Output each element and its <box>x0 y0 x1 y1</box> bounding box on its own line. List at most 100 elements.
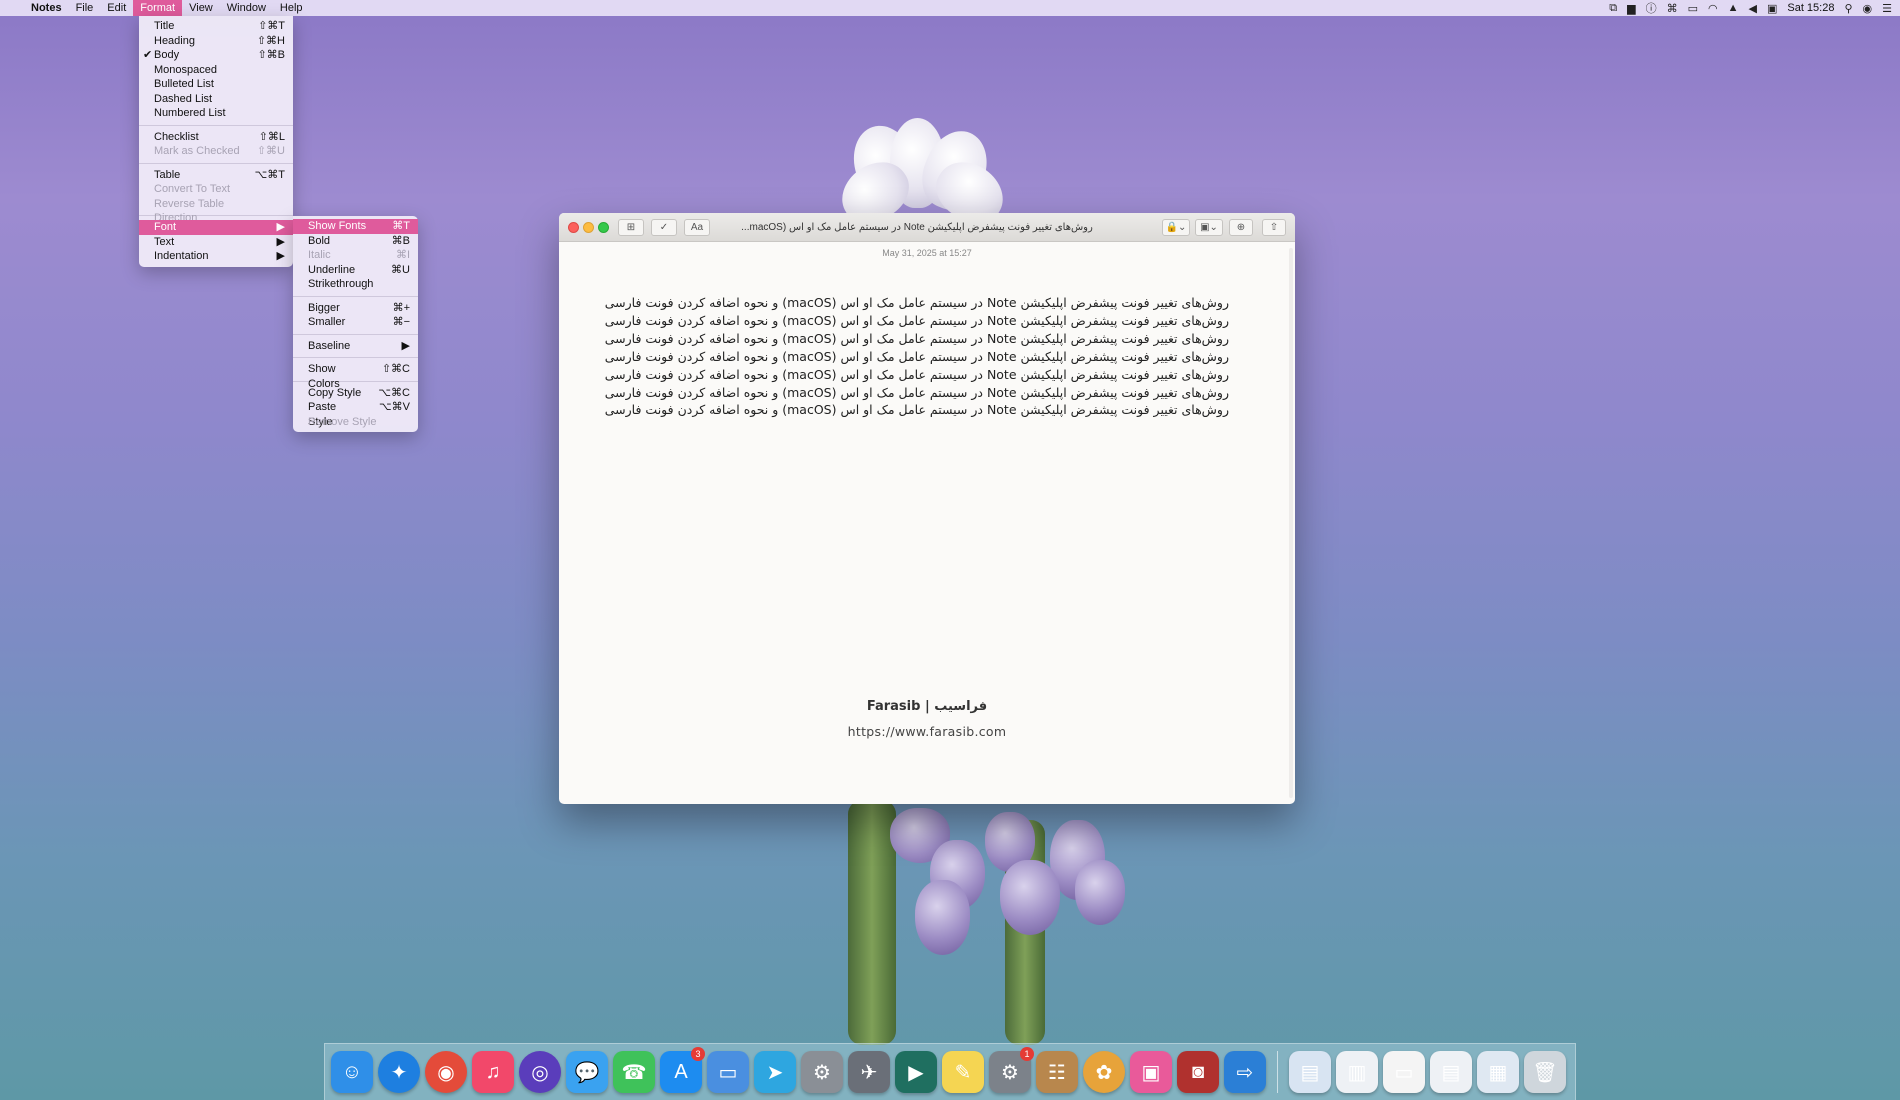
clean-my-mac-glyph: ▣ <box>1141 1061 1161 1084</box>
battery-icon[interactable]: ▭ <box>1688 2 1698 15</box>
screen-mirroring-icon[interactable]: ⧉ <box>1609 2 1617 15</box>
wifi-icon[interactable]: ◠ <box>1708 2 1718 15</box>
accessibility-icon[interactable]: ⓘ <box>1646 0 1657 16</box>
menu-item-title[interactable]: Title ⇧⌘T <box>139 19 293 34</box>
brand-watermark: Farasib | فراسیب <box>866 699 988 714</box>
checklist-icon[interactable]: ✓ <box>651 219 677 236</box>
submenu-arrow-icon: ▶ <box>276 235 285 248</box>
media-icon[interactable]: ▣⌄ <box>1195 219 1223 236</box>
dock-clean-my-mac-icon[interactable]: ▣ <box>1130 1051 1172 1093</box>
dock-migration-icon[interactable]: ⇨ <box>1224 1051 1266 1093</box>
scrollbar[interactable] <box>1289 248 1293 798</box>
menu-item-font[interactable]: Font ▶ <box>139 220 293 235</box>
window-titlebar[interactable]: ⊞ ✓ Aa روش‌های تغییر فونت پیشفرض اپلیکیش… <box>559 213 1295 242</box>
menu-window[interactable]: Window <box>220 0 273 16</box>
dock-telegram-icon[interactable]: ➤ <box>754 1051 796 1093</box>
dock-finder-icon[interactable]: ☺ <box>331 1051 373 1093</box>
menu-app-notes[interactable]: Notes <box>24 0 69 16</box>
spotlight-search-icon[interactable]: ⚲ <box>1844 2 1852 15</box>
submenu-arrow-icon: ▶ <box>401 339 410 352</box>
dock-facetime-video-icon[interactable]: ▶ <box>895 1051 937 1093</box>
menu-help[interactable]: Help <box>273 0 310 16</box>
display-icon[interactable]: ▆ <box>1627 2 1635 15</box>
dock-doc-5-icon[interactable]: ▦ <box>1477 1051 1519 1093</box>
dock-trash-icon[interactable]: 🗑 <box>1524 1051 1566 1093</box>
close-button[interactable] <box>568 222 579 233</box>
network-icon[interactable]: ⌘ <box>1667 2 1678 15</box>
dock-safari-icon[interactable]: ✦ <box>378 1051 420 1093</box>
menu-view[interactable]: View <box>182 0 220 16</box>
menu-item-show-colors[interactable]: Show Colors ⇧⌘C <box>293 362 418 390</box>
menu-item-checklist[interactable]: Checklist ⇧⌘L <box>139 130 293 145</box>
finder-glyph: ☺ <box>341 1060 363 1083</box>
dock-notes-icon[interactable]: ✎ <box>942 1051 984 1093</box>
menu-item-bulleted-list[interactable]: Bulleted List <box>139 77 293 92</box>
dock-doc-3-icon[interactable]: ▭ <box>1383 1051 1425 1093</box>
table-icon[interactable]: ⊞ <box>618 219 644 236</box>
menu-item-strikethrough[interactable]: Strikethrough <box>293 277 418 292</box>
minimize-button[interactable] <box>583 222 594 233</box>
dock-music-icon[interactable]: ♫ <box>472 1051 514 1093</box>
menu-item-baseline[interactable]: Baseline ▶ <box>293 339 418 354</box>
notification-center-icon[interactable]: ☰ <box>1882 2 1892 15</box>
menu-item-smaller[interactable]: Smaller ⌘− <box>293 315 418 330</box>
dock-photo-booth-icon[interactable]: ◙ <box>1177 1051 1219 1093</box>
dock-contacts-icon[interactable]: ☷ <box>1036 1051 1078 1093</box>
checkmark-icon: ✔ <box>143 49 153 61</box>
format-text-icon[interactable]: Aa <box>684 219 710 236</box>
menu-item-table[interactable]: Table ⌥⌘T <box>139 168 293 183</box>
menu-item-text[interactable]: Text ▶ <box>139 235 293 250</box>
dock-separator <box>1277 1051 1278 1093</box>
dock-photos-icon[interactable]: ✿ <box>1083 1051 1125 1093</box>
menu-file[interactable]: File <box>69 0 101 16</box>
menu-item-dashed-list[interactable]: Dashed List <box>139 92 293 107</box>
keyboard-input-icon[interactable]: ▣ <box>1767 2 1777 15</box>
dock-app-store-icon[interactable]: A3 <box>660 1047 705 1093</box>
dock-doc-1-icon[interactable]: ▤ <box>1289 1051 1331 1093</box>
dock-launchpad-icon[interactable]: ✈ <box>848 1051 890 1093</box>
dock-keynote-icon[interactable]: ▭ <box>707 1051 749 1093</box>
menu-item-body[interactable]: ✔ Body ⇧⌘B <box>139 48 293 63</box>
doc-4-glyph: ▤ <box>1441 1061 1461 1084</box>
dock-archive-utility-icon[interactable]: ⚙ <box>801 1051 843 1093</box>
menu-separator <box>139 124 293 126</box>
airplay-icon[interactable]: ▲ <box>1728 2 1739 14</box>
menu-item-heading[interactable]: Heading ⇧⌘H <box>139 34 293 49</box>
dock-chrome-icon[interactable]: ◉ <box>425 1051 467 1093</box>
dock-doc-4-icon[interactable]: ▤ <box>1430 1051 1472 1093</box>
menu-edit[interactable]: Edit <box>100 0 133 16</box>
menu-format[interactable]: Format <box>133 0 183 16</box>
dock-facetime-icon[interactable]: ☎ <box>613 1051 655 1093</box>
note-line: روش‌های تغییر فونت پیشفرض اپلیکیشن Note … <box>604 295 1229 310</box>
share-icon[interactable]: ⇧ <box>1262 219 1286 236</box>
menu-item-numbered-list[interactable]: Numbered List <box>139 106 293 121</box>
note-line: روش‌های تغییر فونت پیشفرض اپلیکیشن Note … <box>604 366 1229 382</box>
menu-item-monospaced[interactable]: Monospaced <box>139 63 293 78</box>
volume-icon[interactable]: ◀ <box>1748 2 1756 15</box>
menu-item-bigger[interactable]: Bigger ⌘+ <box>293 301 418 316</box>
menu-separator <box>293 357 418 358</box>
menu-item-underline[interactable]: Underline ⌘U <box>293 263 418 278</box>
dock-system-preferences-icon[interactable]: ⚙ 1 <box>989 1047 1034 1093</box>
archive-utility-glyph: ⚙ <box>813 1061 831 1084</box>
dock-siri-icon[interactable]: ◎ <box>519 1051 561 1093</box>
zoom-button[interactable] <box>598 222 609 233</box>
menu-separator <box>139 162 293 164</box>
clock[interactable]: Sat 15:28 <box>1787 2 1834 14</box>
collaborate-icon[interactable]: ⊕ <box>1229 219 1253 236</box>
music-glyph: ♫ <box>485 1060 501 1083</box>
menu-item-copy-style[interactable]: Copy Style ⌥⌘C <box>293 386 418 401</box>
note-line: روش‌های تغییر فونت پیشفرض اپلیکیشن Note … <box>604 402 1229 418</box>
submenu-arrow-icon: ▶ <box>276 250 285 262</box>
dock-doc-2-icon[interactable]: ▥ <box>1336 1051 1378 1093</box>
menu-item-indentation[interactable]: Indentation ▶ <box>139 249 293 264</box>
dock-messages-icon[interactable]: 💬 <box>566 1051 608 1093</box>
lock-icon[interactable]: 🔒⌄ <box>1162 219 1190 236</box>
menu-item-show-fonts[interactable]: Show Fonts ⌘T <box>293 219 418 234</box>
font-submenu: Show Fonts ⌘T Bold ⌘B Italic ⌘I Underline ⌘U… <box>293 216 418 432</box>
siri-icon[interactable]: ◉ <box>1863 2 1873 15</box>
launchpad-glyph: ✈ <box>860 1061 878 1084</box>
note-editor[interactable]: روش‌های تغییر فونت پیشفرض اپلیکیشن Note … <box>604 294 1229 419</box>
menu-item-paste-style[interactable]: Paste Style ⌥⌘V <box>293 400 418 428</box>
menu-item-bold[interactable]: Bold ⌘B <box>293 234 418 249</box>
